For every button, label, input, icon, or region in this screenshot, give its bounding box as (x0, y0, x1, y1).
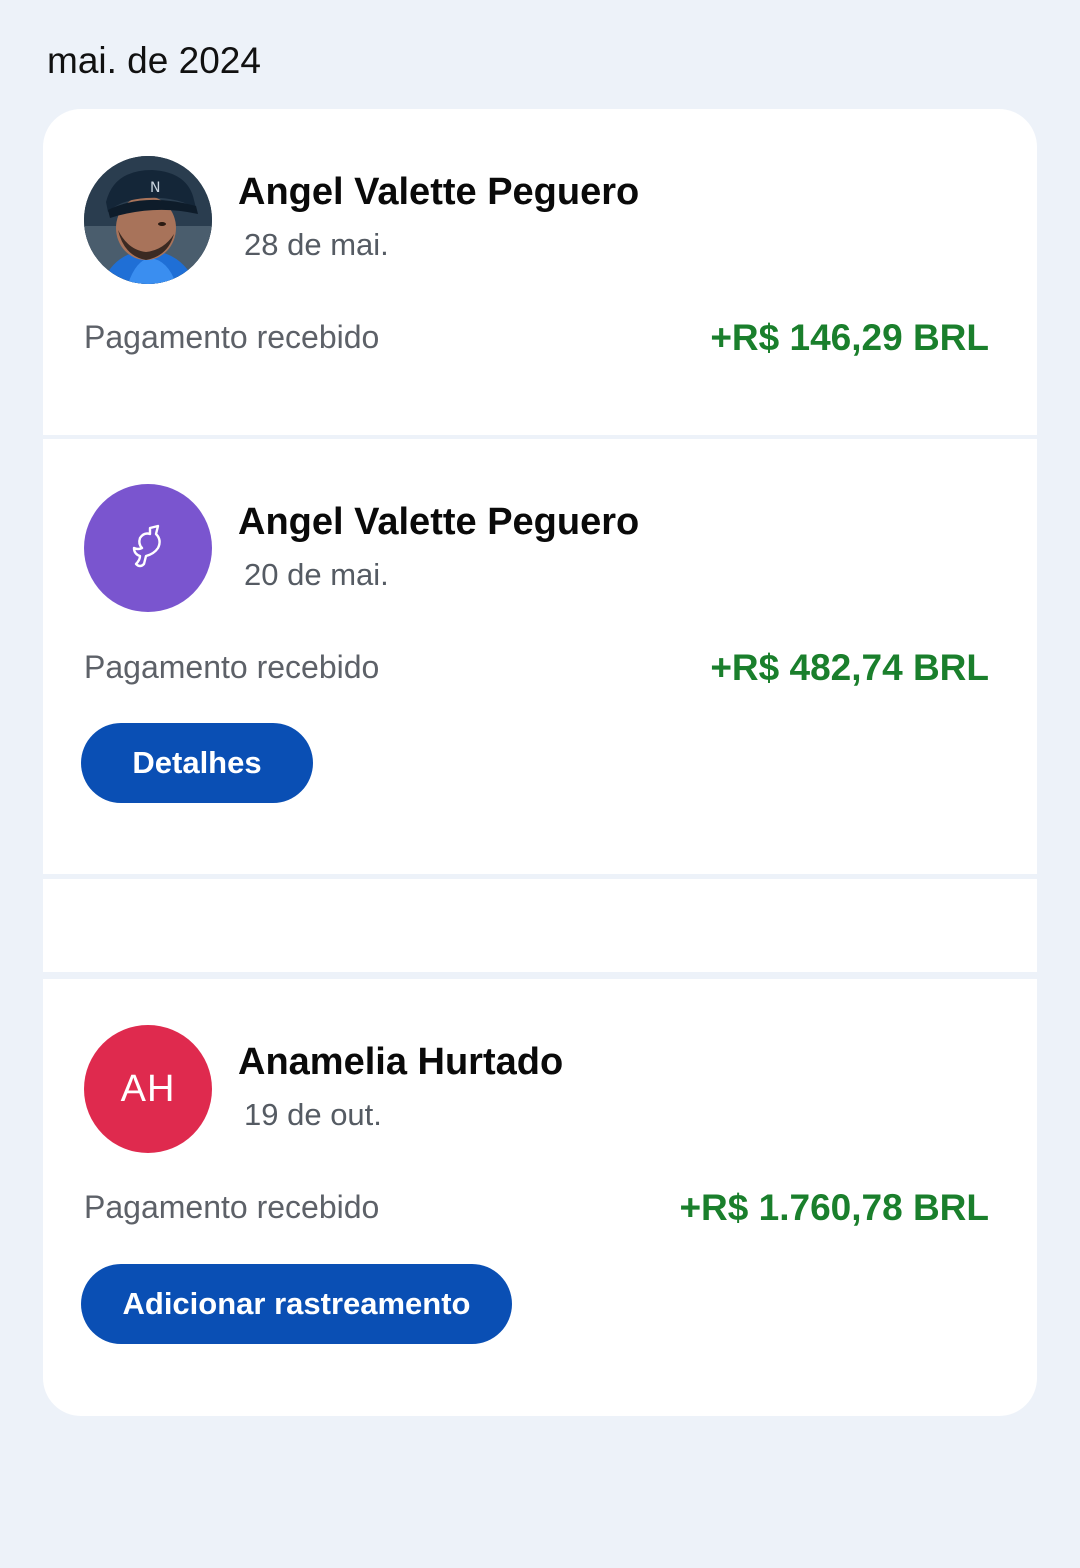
purple-avatar (84, 484, 212, 612)
transaction-amount: +R$ 482,74 BRL (710, 647, 989, 688)
details-button[interactable]: Detalhes (81, 723, 313, 803)
transaction-date: 28 de mai. (244, 227, 389, 262)
empty-card (43, 879, 1037, 972)
transaction-status: Pagamento recebido (84, 1189, 380, 1225)
transaction-amount: +R$ 1.760,78 BRL (679, 1187, 989, 1228)
transaction-date: 19 de out. (244, 1097, 382, 1132)
month-header: mai. de 2024 (47, 40, 261, 81)
initials-avatar: AH (84, 1025, 212, 1153)
transaction-card[interactable]: Angel Valette Peguero 20 de mai. Pagamen… (43, 439, 1037, 874)
transaction-card[interactable]: AH Anamelia Hurtado 19 de out. Pagamento… (43, 979, 1037, 1416)
svg-text:N: N (150, 180, 160, 196)
person-photo-icon: N (84, 156, 212, 284)
transaction-status: Pagamento recebido (84, 319, 380, 355)
transaction-card[interactable]: N Angel Valette Peguero 28 de mai. Pagam… (43, 109, 1037, 435)
add-tracking-button[interactable]: Adicionar rastreamento (81, 1264, 512, 1344)
sender-name: Angel Valette Peguero (238, 501, 640, 543)
transaction-amount: +R$ 146,29 BRL (710, 317, 989, 358)
bird-icon (132, 524, 161, 568)
user-photo-avatar: N (84, 156, 212, 284)
sender-name: Angel Valette Peguero (238, 171, 640, 213)
transaction-status: Pagamento recebido (84, 649, 380, 685)
transaction-date: 20 de mai. (244, 557, 389, 592)
sender-name: Anamelia Hurtado (238, 1041, 564, 1083)
